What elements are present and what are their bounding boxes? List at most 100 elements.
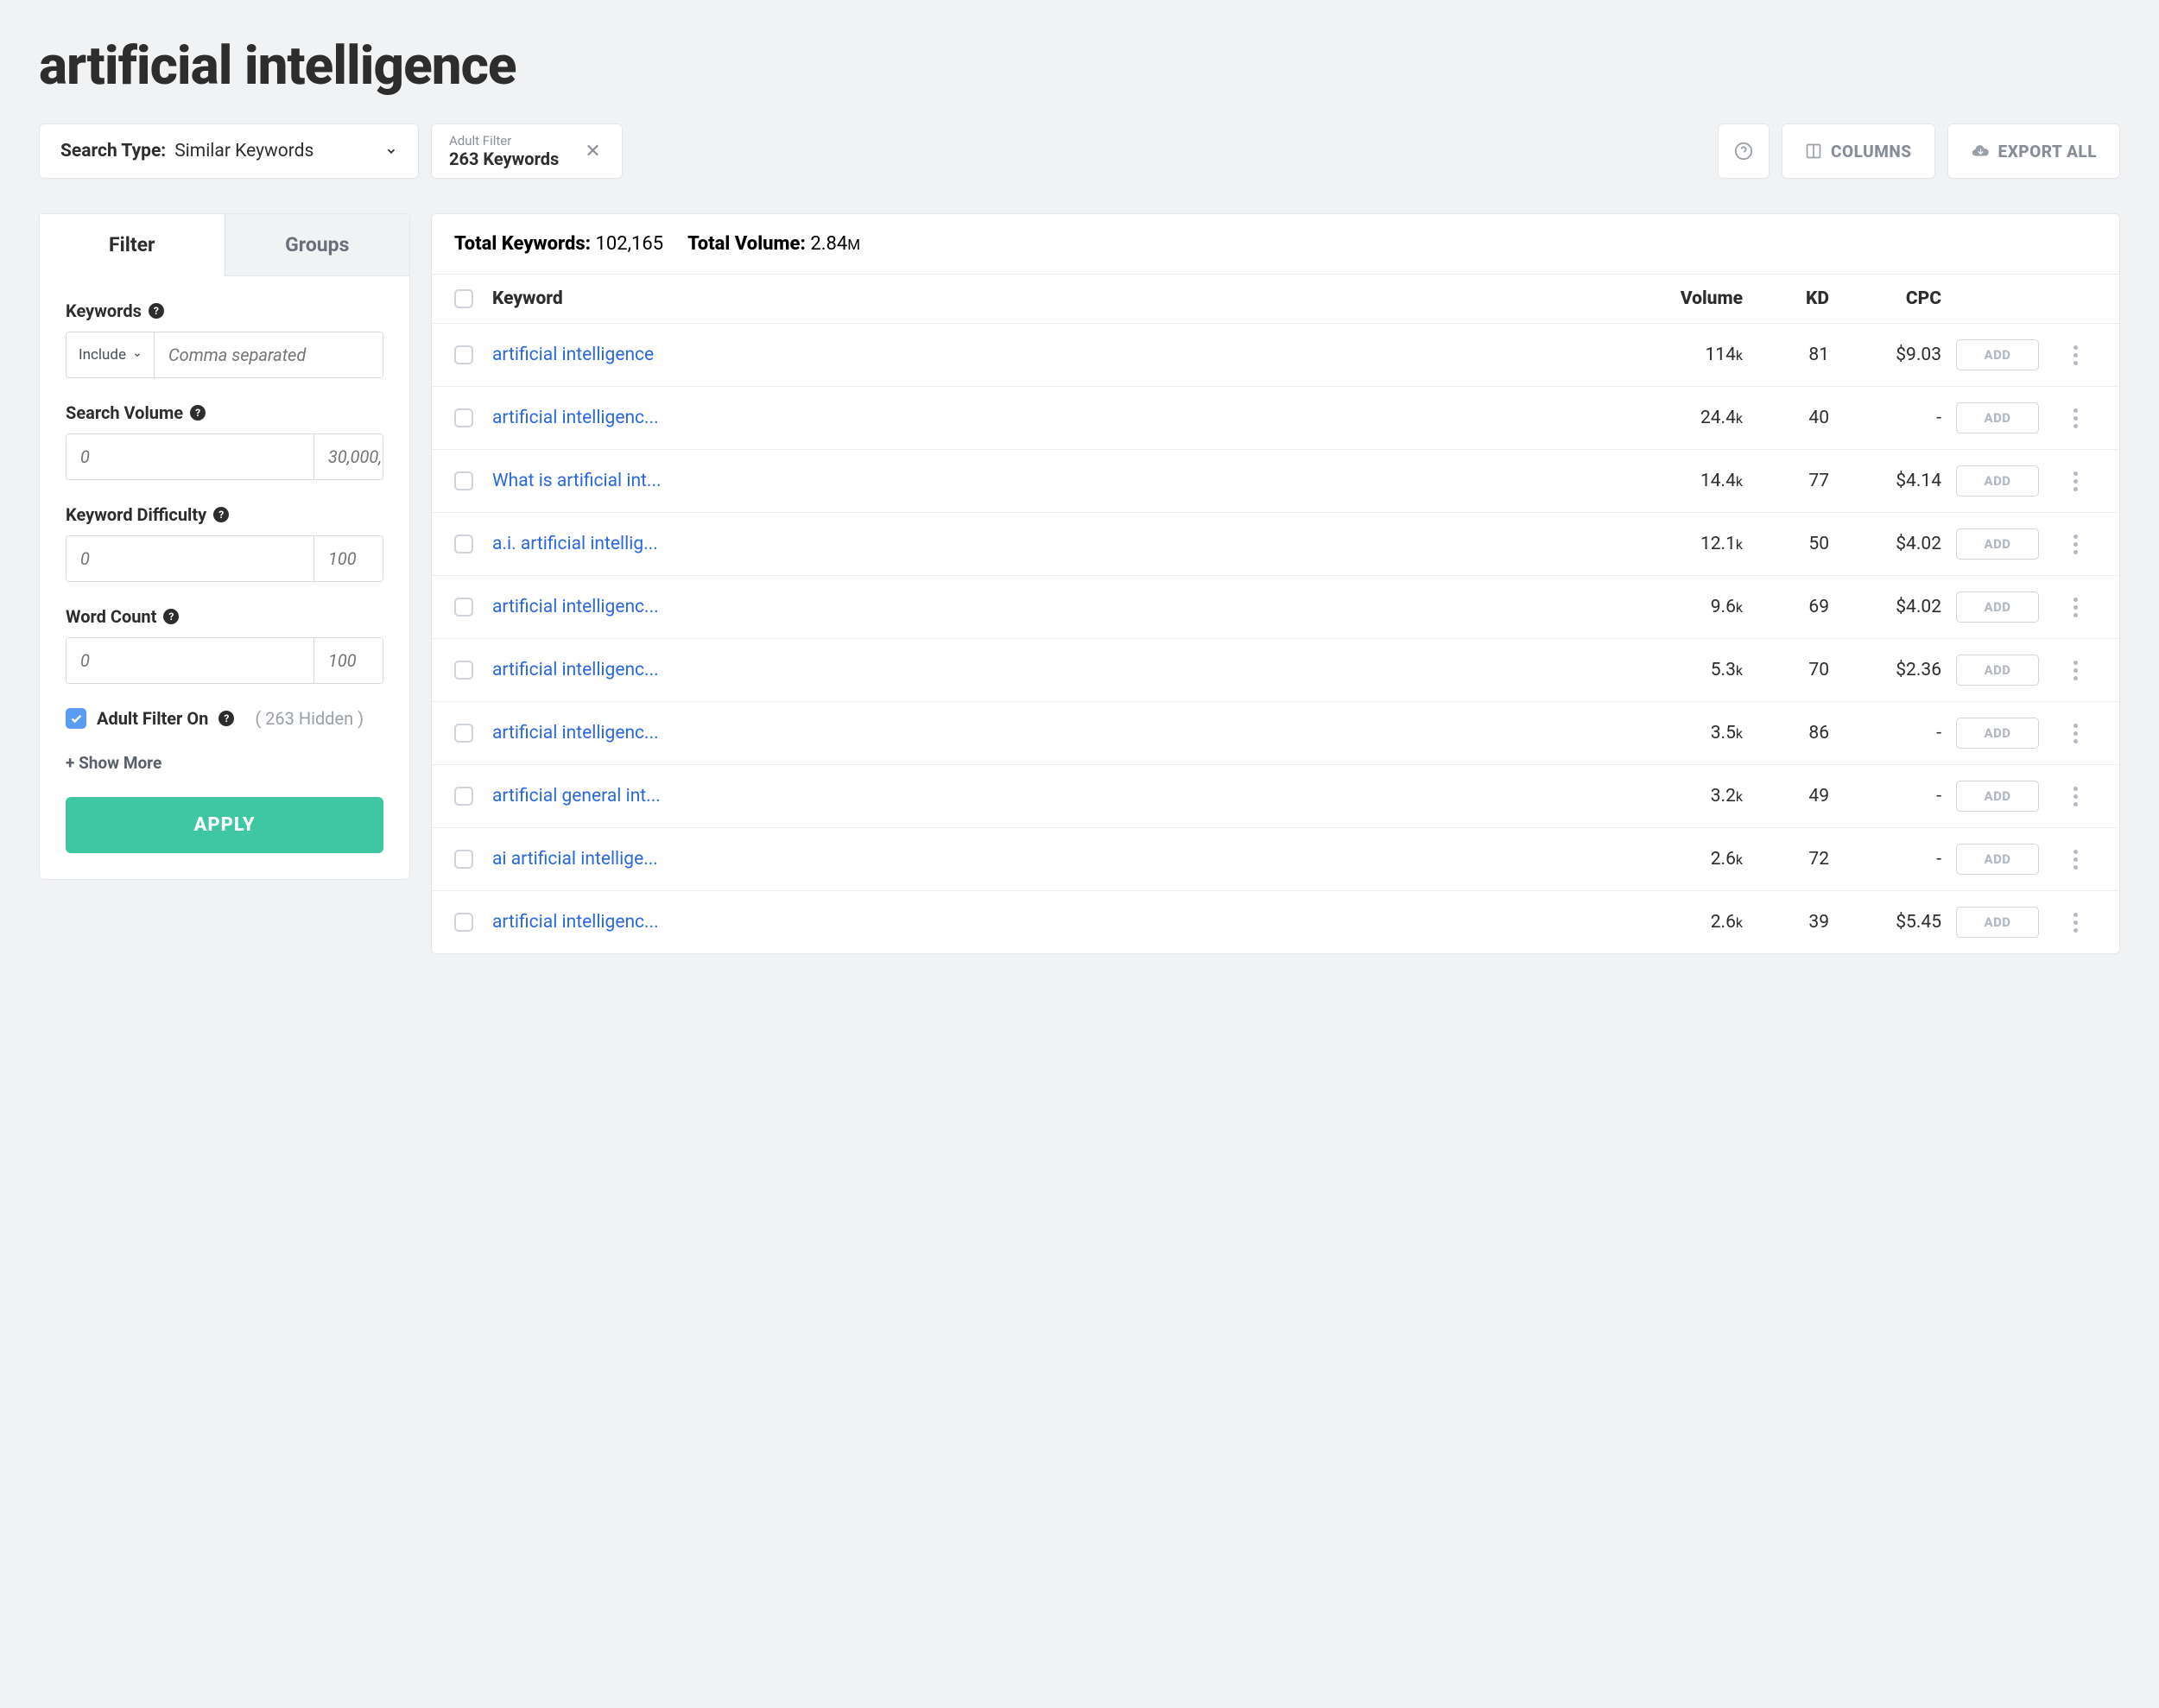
help-icon[interactable]: ? <box>190 405 206 421</box>
row-checkbox[interactable] <box>454 408 473 427</box>
export-all-button[interactable]: EXPORT ALL <box>1947 123 2120 179</box>
volume-cell: 12.1k <box>1630 534 1743 554</box>
select-all-checkbox[interactable] <box>454 289 473 308</box>
close-icon[interactable]: ✕ <box>581 141 604 162</box>
add-button[interactable]: ADD <box>1956 781 2039 812</box>
show-more-link[interactable]: + Show More <box>66 753 383 773</box>
row-menu-button[interactable] <box>2068 592 2083 623</box>
search-volume-max[interactable] <box>313 434 383 479</box>
kd-max[interactable] <box>313 536 383 581</box>
keyword-link[interactable]: artificial intelligenc... <box>492 723 725 743</box>
total-keywords: Total Keywords: 102,165 <box>454 233 663 255</box>
search-type-value: Similar Keywords <box>174 141 313 161</box>
row-checkbox[interactable] <box>454 787 473 806</box>
col-keyword[interactable]: Keyword <box>492 288 1630 309</box>
help-button[interactable] <box>1718 123 1770 179</box>
adult-filter-small: Adult Filter <box>449 133 559 149</box>
row-checkbox[interactable] <box>454 724 473 743</box>
row-menu-button[interactable] <box>2068 529 2083 560</box>
col-volume[interactable]: Volume <box>1630 288 1743 309</box>
row-checkbox[interactable] <box>454 913 473 932</box>
row-menu-button[interactable] <box>2068 845 2083 875</box>
keywords-input[interactable] <box>155 332 383 377</box>
page-title: artificial intelligence <box>39 35 2120 98</box>
row-menu-button[interactable] <box>2068 655 2083 686</box>
add-button[interactable]: ADD <box>1956 402 2039 433</box>
cpc-cell: - <box>1829 723 1941 743</box>
row-menu-button[interactable] <box>2068 781 2083 812</box>
search-volume-label: Search Volume <box>66 402 183 423</box>
row-menu-button[interactable] <box>2068 466 2083 497</box>
adult-filter-checkbox[interactable] <box>66 708 86 729</box>
col-cpc[interactable]: CPC <box>1829 288 1941 309</box>
columns-button[interactable]: COLUMNS <box>1782 123 1934 179</box>
kd-min[interactable] <box>66 536 313 581</box>
search-type-label: Search Type: <box>60 141 166 161</box>
add-button[interactable]: ADD <box>1956 907 2039 938</box>
total-volume: Total Volume: 2.84M <box>687 233 860 255</box>
add-button[interactable]: ADD <box>1956 844 2039 875</box>
row-checkbox[interactable] <box>454 471 473 490</box>
kd-cell: 39 <box>1743 912 1829 933</box>
cpc-cell: $4.02 <box>1829 597 1941 617</box>
row-menu-button[interactable] <box>2068 718 2083 749</box>
keyword-link[interactable]: artificial intelligenc... <box>492 660 725 680</box>
keyword-link[interactable]: artificial intelligenc... <box>492 597 725 617</box>
help-icon[interactable]: ? <box>218 711 234 726</box>
add-button[interactable]: ADD <box>1956 655 2039 686</box>
help-icon[interactable]: ? <box>213 507 229 522</box>
keyword-link[interactable]: ai artificial intellige... <box>492 849 725 870</box>
wc-min[interactable] <box>66 638 313 683</box>
add-button[interactable]: ADD <box>1956 465 2039 497</box>
search-type-dropdown[interactable]: Search Type: Similar Keywords <box>39 123 419 179</box>
table-row: a.i. artificial intellig...12.1k50$4.02A… <box>432 513 2119 576</box>
kd-cell: 81 <box>1743 345 1829 365</box>
wc-max[interactable] <box>313 638 383 683</box>
keyword-link[interactable]: What is artificial int... <box>492 471 725 491</box>
keyword-difficulty-label: Keyword Difficulty <box>66 504 206 525</box>
keyword-link[interactable]: artificial intelligenc... <box>492 408 725 428</box>
add-button[interactable]: ADD <box>1956 339 2039 370</box>
keyword-link[interactable]: artificial general int... <box>492 786 725 807</box>
export-label: EXPORT ALL <box>1998 142 2097 161</box>
help-icon[interactable]: ? <box>163 609 179 624</box>
columns-label: COLUMNS <box>1831 142 1911 161</box>
adult-hidden-count: ( 263 Hidden ) <box>255 708 364 729</box>
tab-groups[interactable]: Groups <box>225 214 410 276</box>
keyword-link[interactable]: a.i. artificial intellig... <box>492 534 725 554</box>
keyword-link[interactable]: artificial intelligence <box>492 345 725 365</box>
cpc-cell: $5.45 <box>1829 912 1941 933</box>
row-menu-button[interactable] <box>2068 908 2083 938</box>
row-checkbox[interactable] <box>454 535 473 554</box>
help-icon <box>1734 142 1753 161</box>
table-row: What is artificial int...14.4k77$4.14ADD <box>432 450 2119 513</box>
row-checkbox[interactable] <box>454 850 473 869</box>
filter-panel: Filter Groups Keywords ? Include <box>39 213 410 880</box>
volume-cell: 14.4k <box>1630 471 1743 491</box>
keyword-link[interactable]: artificial intelligenc... <box>492 912 725 933</box>
add-button[interactable]: ADD <box>1956 591 2039 623</box>
tab-filter[interactable]: Filter <box>40 214 225 276</box>
volume-cell: 24.4k <box>1630 408 1743 428</box>
results-panel: Total Keywords: 102,165 Total Volume: 2.… <box>431 213 2120 954</box>
row-checkbox[interactable] <box>454 661 473 680</box>
search-volume-min[interactable] <box>66 434 313 479</box>
row-menu-button[interactable] <box>2068 340 2083 370</box>
row-menu-button[interactable] <box>2068 403 2083 433</box>
table-row: artificial intelligenc...2.6k39$5.45ADD <box>432 891 2119 953</box>
table-row: ai artificial intellige...2.6k72-ADD <box>432 828 2119 891</box>
table-header: Keyword Volume KD CPC <box>432 274 2119 324</box>
keywords-label: Keywords <box>66 300 142 321</box>
apply-button[interactable]: APPLY <box>66 797 383 853</box>
adult-filter-big: 263 Keywords <box>449 149 559 169</box>
help-icon[interactable]: ? <box>149 303 164 319</box>
col-kd[interactable]: KD <box>1743 288 1829 309</box>
row-checkbox[interactable] <box>454 345 473 364</box>
cpc-cell: $2.36 <box>1829 660 1941 680</box>
include-dropdown[interactable]: Include <box>66 332 155 377</box>
volume-cell: 3.2k <box>1630 786 1743 807</box>
add-button[interactable]: ADD <box>1956 718 2039 749</box>
add-button[interactable]: ADD <box>1956 528 2039 560</box>
kd-cell: 49 <box>1743 786 1829 807</box>
row-checkbox[interactable] <box>454 598 473 617</box>
